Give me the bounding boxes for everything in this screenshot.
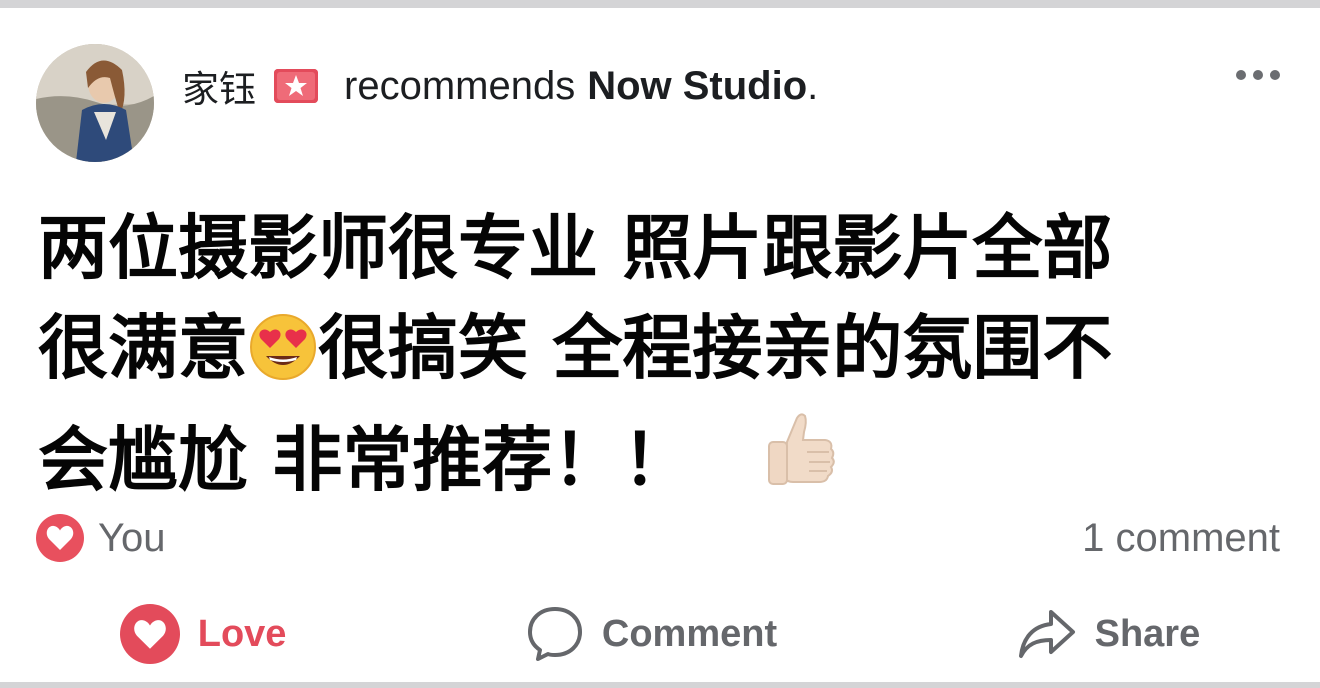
avatar[interactable]: [36, 44, 154, 162]
dot-icon: [1253, 70, 1263, 80]
dot-icon: [1236, 70, 1246, 80]
comment-button[interactable]: Comment: [526, 605, 777, 663]
comment-icon: [527, 607, 582, 661]
reactions-who: You: [98, 515, 166, 560]
post-line-1: 两位摄影师很专业 照片跟影片全部: [38, 207, 1113, 289]
page-name-link[interactable]: Now Studio: [587, 64, 807, 109]
post-body: 两位摄影师很专业 照片跟影片全部 很满意 很搞笑 全程接亲的氛围不 会尴尬 非常…: [38, 198, 1288, 520]
dot-icon: [1270, 70, 1280, 80]
post-line-4: 会尴尬 非常推荐！！: [38, 419, 693, 501]
reactions-people[interactable]: You: [36, 514, 166, 562]
post-line-2: 很满意: [38, 307, 248, 389]
heart-icon: [119, 604, 180, 664]
share-label: Share: [1094, 612, 1201, 655]
reactions-summary: You 1 comment: [36, 508, 1280, 568]
heart-icon: [36, 514, 84, 562]
more-options-button[interactable]: [1236, 70, 1280, 80]
author-name[interactable]: 家钰: [182, 59, 256, 113]
comment-count-link[interactable]: 1 comment: [1082, 516, 1280, 561]
post-line-3: 很搞笑 全程接亲的氛围不: [318, 307, 1113, 389]
thumbs-up-emoji: [757, 408, 843, 520]
heart-eyes-emoji: [248, 308, 318, 408]
comment-label: Comment: [601, 612, 778, 655]
post-card: 家钰 recommends Now Studio. 两位摄影师很专业 照片跟影片…: [0, 0, 1320, 688]
star-badge-icon: [274, 69, 318, 103]
header-period: .: [807, 63, 819, 108]
share-button[interactable]: Share: [1017, 606, 1201, 662]
recommend-verb: recommends: [344, 63, 576, 108]
share-icon: [1018, 610, 1075, 658]
love-label: Love: [197, 612, 287, 655]
post-header: 家钰 recommends Now Studio.: [182, 56, 818, 116]
love-button[interactable]: Love: [119, 604, 287, 664]
action-bar: Love Comment Share: [0, 598, 1320, 670]
